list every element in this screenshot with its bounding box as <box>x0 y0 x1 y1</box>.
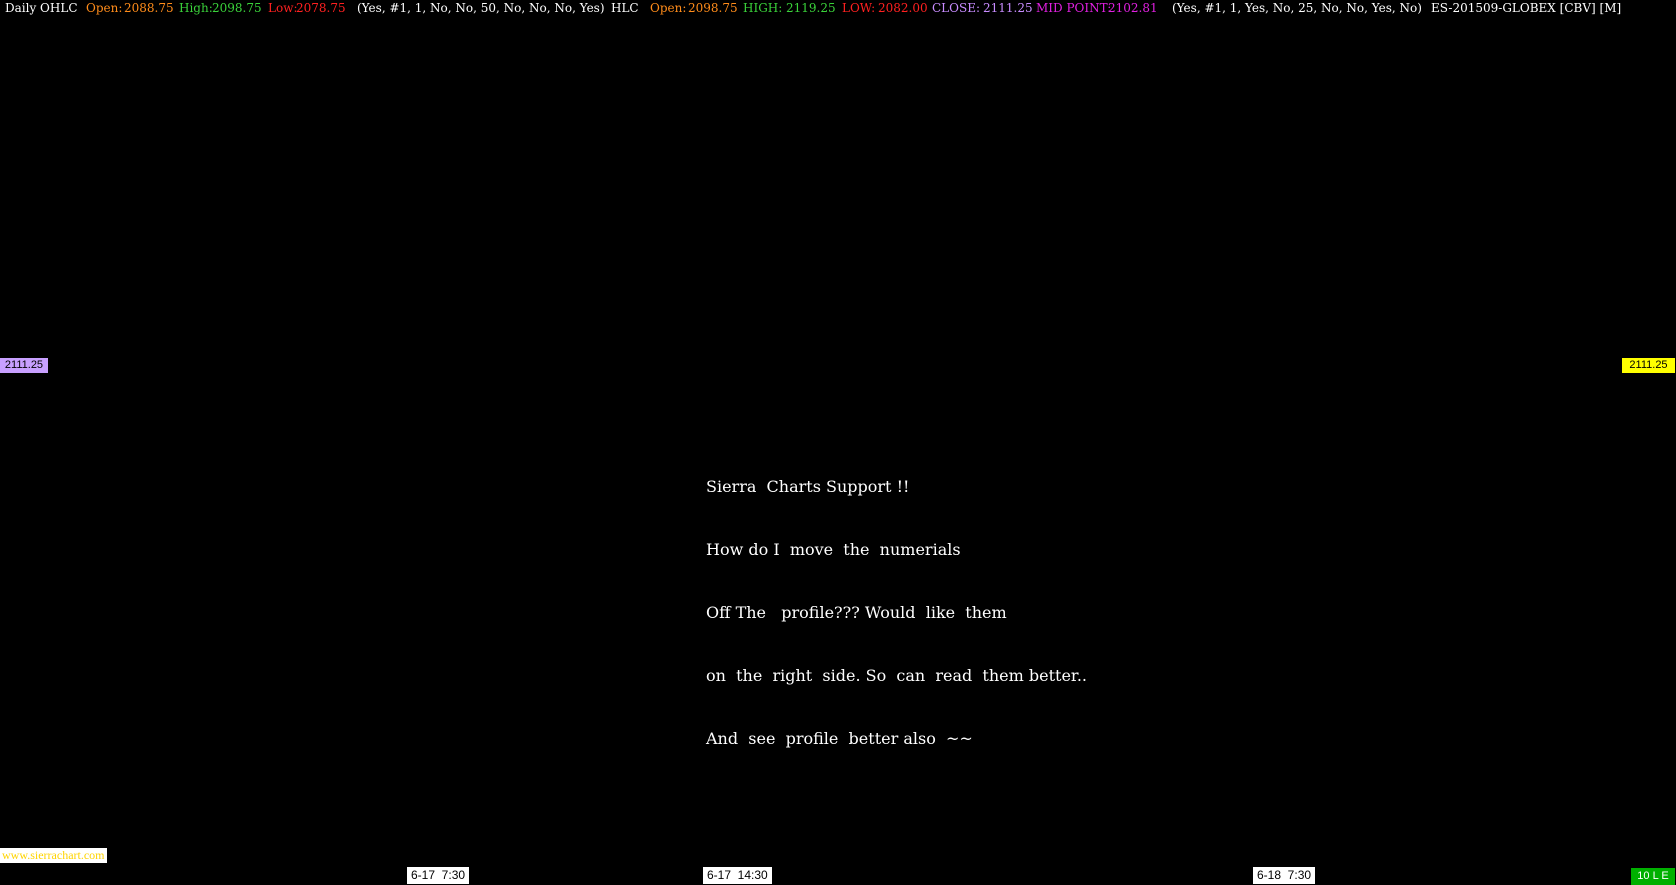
ohlc-high-label: High: <box>179 1 213 15</box>
hlc-mid-label: MID POINT: <box>1036 1 1111 15</box>
hlc-close-label: CLOSE: <box>932 1 980 15</box>
ohlc-open-label: Open: <box>86 1 122 15</box>
hlc-mid-value: 2102.81 <box>1108 1 1158 15</box>
annotation-note: Sierra Charts Support !! How do I move t… <box>706 434 1087 770</box>
time-label: 6-17 7:30 <box>407 867 470 884</box>
ohlc-low-value: 2078.75 <box>296 1 346 15</box>
close-price-right-tag: 2111.25 <box>1622 358 1675 373</box>
ohlc-params: (Yes, #1, 1, No, No, 50, No, No, No, Yes… <box>357 1 605 15</box>
hlc-low-label: LOW: <box>842 1 875 15</box>
ohlc-high-value: 2098.75 <box>212 1 262 15</box>
annotation-line: And see profile better also ~~ <box>706 729 973 748</box>
hlc-name: HLC <box>611 1 639 15</box>
annotation-line: Sierra Charts Support !! <box>706 477 910 496</box>
hlc-params: (Yes, #1, 1, Yes, No, 25, No, No, Yes, N… <box>1172 1 1422 15</box>
hlc-high-label: HIGH: <box>743 1 782 15</box>
sierra-watermark[interactable]: www.sierrachart.com <box>0 848 107 863</box>
hlc-open-label: Open: <box>650 1 686 15</box>
study-header: Daily OHLC Open: 2088.75 High: 2098.75 L… <box>5 1 1621 15</box>
annotation-line: Off The profile??? Would like them <box>706 603 1007 622</box>
time-label: 6-18 7:30 <box>1253 867 1316 884</box>
time-label: 6-17 14:30 <box>703 867 772 884</box>
ohlc-open-value: 2088.75 <box>124 1 174 15</box>
hlc-open-value: 2098.75 <box>688 1 738 15</box>
status-indicator[interactable]: 10 L E <box>1631 868 1675 885</box>
close-price-left-tag: 2111.25 <box>0 358 48 373</box>
ohlc-low-label: Low: <box>268 1 298 15</box>
annotation-line: on the right side. So can read them bett… <box>706 666 1087 685</box>
symbol-title: ES-201509-GLOBEX [CBV] [M] <box>1431 1 1621 15</box>
ohlc-name: Daily OHLC <box>5 1 78 15</box>
annotation-line: How do I move the numerials <box>706 540 961 559</box>
hlc-high-value: 2119.25 <box>786 1 836 15</box>
hlc-low-value: 2082.00 <box>878 1 928 15</box>
hlc-close-value: 2111.25 <box>983 1 1033 15</box>
